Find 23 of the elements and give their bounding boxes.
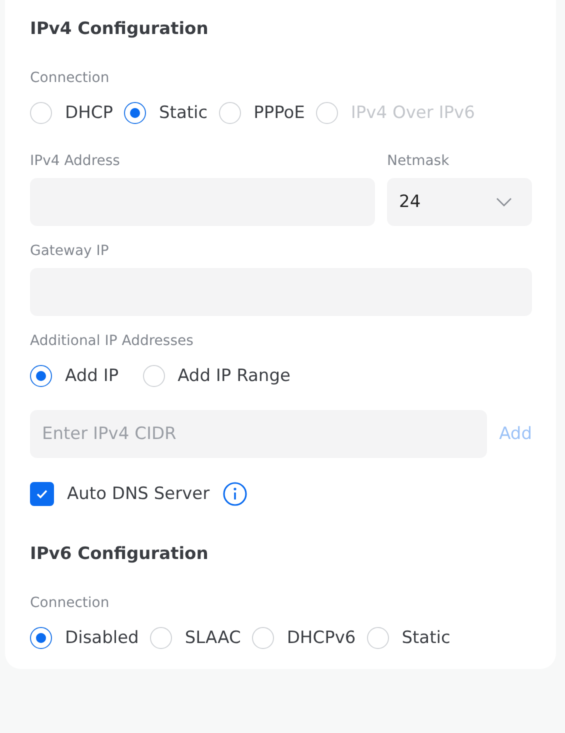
radio-option[interactable]: PPPoE (218, 102, 305, 124)
field-label: IPv4 Address (30, 153, 121, 169)
field-label: Connection (30, 595, 110, 611)
radio-option[interactable]: Add IP Range (142, 365, 290, 387)
radio-option[interactable]: SLAAC (150, 627, 241, 649)
checkbox-label: Auto DNS Server (67, 484, 210, 504)
field-label: Additional IP Addresses (30, 333, 194, 349)
section-title: IPv6 Configuration (30, 544, 210, 564)
section-title: IPv4 Configuration (30, 19, 210, 39)
field-label: Connection (30, 70, 110, 86)
netmask-dropdown[interactable]: 24 (387, 178, 532, 226)
radio-option[interactable]: DHCP (30, 102, 113, 124)
radio-option[interactable]: Disabled (30, 627, 139, 649)
radio-option[interactable]: Static (366, 627, 450, 649)
chevron-down-icon (496, 197, 512, 207)
field-label: Gateway IP (30, 243, 110, 259)
checkbox[interactable] (30, 482, 54, 506)
radio-option[interactable]: Static (124, 102, 208, 124)
cidr-input-field[interactable]: Enter IPv4 CIDR (30, 410, 488, 458)
radio-option[interactable]: Add IP (30, 365, 119, 387)
field-label: Netmask (387, 153, 450, 169)
radio-option[interactable]: DHCPv6 (252, 627, 356, 649)
info-icon[interactable] (222, 482, 247, 506)
